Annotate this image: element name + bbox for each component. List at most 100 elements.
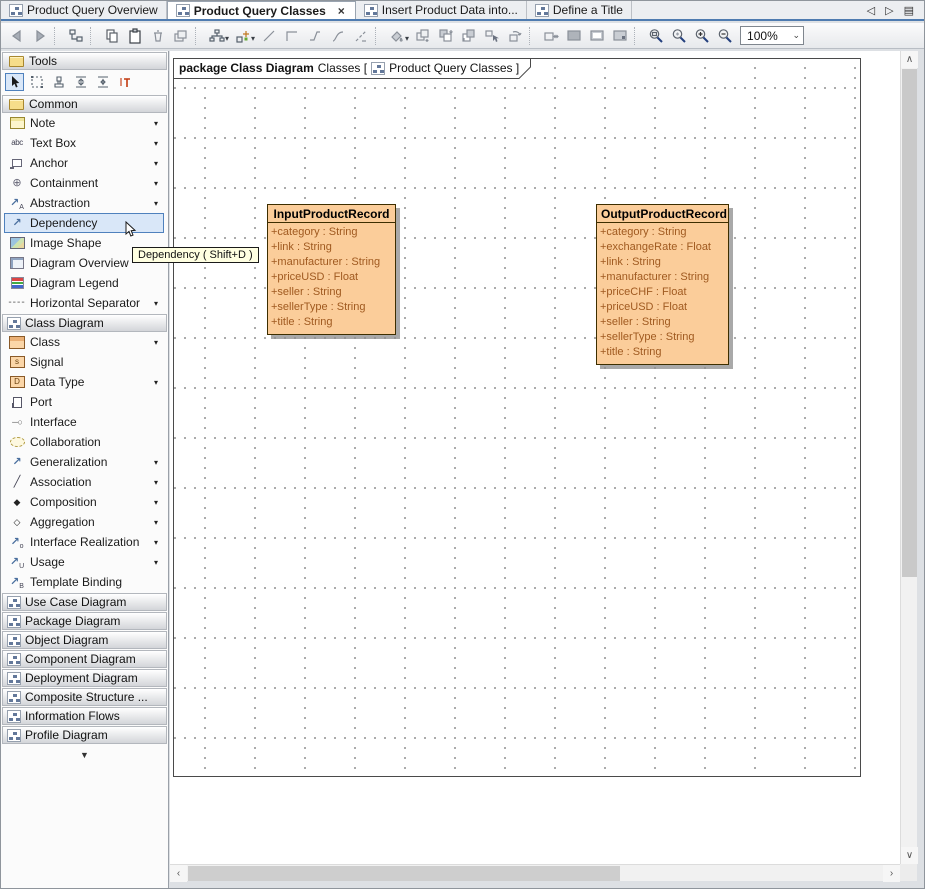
palette-item-collaboration[interactable]: Collaboration ▾	[4, 432, 164, 452]
class-attribute[interactable]: +sellerType : String	[271, 300, 392, 315]
vertical-scrollbar[interactable]: ∧ ∨	[900, 51, 917, 864]
sidebar-section-package-diagram[interactable]: Package Diagram	[2, 612, 167, 630]
sidebar-section-profile-diagram[interactable]: Profile Diagram	[2, 726, 167, 744]
class-attribute[interactable]: +seller : String	[600, 315, 725, 330]
palette-item-note[interactable]: Note ▾	[4, 113, 164, 133]
sidebar-section-component-diagram[interactable]: Component Diagram	[2, 650, 167, 668]
palette-item-signal[interactable]: Signal ▾	[4, 352, 164, 372]
palette-collapse-button[interactable]: ▼	[1, 750, 168, 760]
chevron-down-icon[interactable]: ▾	[405, 34, 409, 43]
sidebar-section-object-diagram[interactable]: Object Diagram	[2, 631, 167, 649]
tab-list-button[interactable]: ▤	[902, 4, 916, 17]
straight-path-button[interactable]	[257, 25, 280, 47]
class-attribute[interactable]: +manufacturer : String	[600, 270, 725, 285]
bring-forward-button[interactable]	[457, 25, 480, 47]
zoom-in-button[interactable]	[690, 25, 713, 47]
sidebar-section-information-flows[interactable]: Information Flows	[2, 707, 167, 725]
copy-button[interactable]	[100, 25, 123, 47]
class-attribute[interactable]: +exchangeRate : Float	[600, 240, 725, 255]
vertical-scroll-thumb[interactable]	[902, 69, 917, 577]
chevron-down-icon[interactable]: ▾	[154, 179, 160, 188]
group-shapes-button[interactable]	[411, 25, 434, 47]
scroll-left-button[interactable]: ‹	[170, 865, 187, 882]
class-attribute[interactable]: +category : String	[600, 225, 725, 240]
palette-item-text-box[interactable]: Text Box ▾	[4, 133, 164, 153]
palette-item-port[interactable]: Port ▾	[4, 392, 164, 412]
zoom-combobox[interactable]: 100% ⌄	[740, 26, 804, 45]
back-button[interactable]	[5, 25, 28, 47]
palette-item-dependency[interactable]: Dependency ▾	[4, 213, 164, 233]
class-attribute[interactable]: +category : String	[271, 225, 392, 240]
sidebar-section-class-diagram[interactable]: Class Diagram	[2, 314, 167, 332]
distribute-horizontally-tool[interactable]	[93, 73, 112, 91]
zoom-fit-button[interactable]	[667, 25, 690, 47]
sidebar-section-use-case-diagram[interactable]: Use Case Diagram	[2, 593, 167, 611]
scroll-tabs-left-button[interactable]: ◁	[865, 4, 877, 17]
class-attribute[interactable]: +title : String	[600, 345, 725, 360]
scroll-down-button[interactable]: ∨	[901, 847, 918, 864]
horizontal-scroll-thumb[interactable]	[188, 866, 620, 881]
zoom-region-button[interactable]	[644, 25, 667, 47]
text-tool[interactable]	[115, 73, 134, 91]
chevron-down-icon[interactable]: ▾	[154, 338, 160, 347]
chevron-down-icon[interactable]: ▾	[154, 558, 160, 567]
palette-item-diagram-legend[interactable]: Diagram Legend ▾	[4, 273, 164, 293]
class-input-product-record[interactable]: InputProductRecord +category : String +l…	[267, 204, 396, 335]
palette-item-class[interactable]: Class ▾	[4, 332, 164, 352]
palette-item-horizontal-separator[interactable]: Horizontal Separator ▾	[4, 293, 164, 313]
sidebar-section-composite-structure[interactable]: Composite Structure ...	[2, 688, 167, 706]
diagram-view[interactable]: package Class Diagram Classes [ Product …	[170, 51, 900, 864]
delete-button[interactable]	[146, 25, 169, 47]
chevron-down-icon[interactable]: ▾	[251, 34, 255, 43]
chevron-down-icon[interactable]: ▾	[154, 498, 160, 507]
reset-shape-button[interactable]	[503, 25, 526, 47]
copy-as-image-button[interactable]	[169, 25, 192, 47]
class-attribute[interactable]: +priceCHF : Float	[600, 285, 725, 300]
class-attribute[interactable]: +priceUSD : Float	[600, 300, 725, 315]
chevron-down-icon[interactable]: ▾	[154, 119, 160, 128]
scroll-tabs-right-button[interactable]: ▷	[883, 4, 895, 17]
chevron-down-icon[interactable]: ▾	[154, 518, 160, 527]
sidebar-section-deployment-diagram[interactable]: Deployment Diagram	[2, 669, 167, 687]
class-attribute[interactable]: +link : String	[271, 240, 392, 255]
class-attribute[interactable]: +seller : String	[271, 285, 392, 300]
scroll-right-button[interactable]: ›	[883, 865, 900, 882]
chevron-down-icon[interactable]: ▾	[154, 478, 160, 487]
tab-define-a-title[interactable]: Define a Title	[527, 1, 632, 19]
rectilinear-path-button[interactable]	[280, 25, 303, 47]
tab-product-query-overview[interactable]: Product Query Overview	[1, 1, 167, 19]
zoom-out-button[interactable]	[713, 25, 736, 47]
chevron-down-icon[interactable]: ▾	[154, 458, 160, 467]
select-in-containment-tree-button[interactable]	[64, 25, 87, 47]
chevron-down-icon[interactable]: ▾	[154, 538, 160, 547]
class-attribute[interactable]: +sellerType : String	[600, 330, 725, 345]
tab-product-query-classes[interactable]: Product Query Classes ×	[167, 1, 356, 19]
distribute-vertically-tool[interactable]	[71, 73, 90, 91]
chevron-down-icon[interactable]: ▾	[154, 199, 160, 208]
class-attribute[interactable]: +priceUSD : Float	[271, 270, 392, 285]
chevron-down-icon[interactable]: ▾	[154, 139, 160, 148]
custom-path-button[interactable]	[349, 25, 372, 47]
palette-item-data-type[interactable]: Data Type ▾	[4, 372, 164, 392]
palette-item-interface[interactable]: Interface ▾	[4, 412, 164, 432]
sidebar-section-tools[interactable]: Tools	[2, 52, 167, 70]
palette-item-template-binding[interactable]: Template Binding ▾	[4, 572, 164, 592]
palette-item-containment[interactable]: Containment ▾	[4, 173, 164, 193]
palette-item-composition[interactable]: Composition ▾	[4, 492, 164, 512]
snap-to-grid-button[interactable]	[608, 25, 631, 47]
class-attribute[interactable]: +title : String	[271, 315, 392, 330]
send-backward-button[interactable]	[434, 25, 457, 47]
group-selection-tool[interactable]	[27, 73, 46, 91]
autosize-button[interactable]	[539, 25, 562, 47]
oblique-path-button[interactable]	[303, 25, 326, 47]
tab-insert-product-data-into[interactable]: Insert Product Data into...	[356, 1, 527, 19]
palette-item-anchor[interactable]: Anchor ▾	[4, 153, 164, 173]
palette-item-usage[interactable]: Usage ▾	[4, 552, 164, 572]
chevron-down-icon[interactable]: ▾	[154, 159, 160, 168]
class-attribute[interactable]: +manufacturer : String	[271, 255, 392, 270]
curved-path-button[interactable]	[326, 25, 349, 47]
palette-item-interface-realization[interactable]: Interface Realization ▾	[4, 532, 164, 552]
palette-item-generalization[interactable]: Generalization ▾	[4, 452, 164, 472]
palette-item-abstraction[interactable]: Abstraction ▾	[4, 193, 164, 213]
palette-item-aggregation[interactable]: Aggregation ▾	[4, 512, 164, 532]
